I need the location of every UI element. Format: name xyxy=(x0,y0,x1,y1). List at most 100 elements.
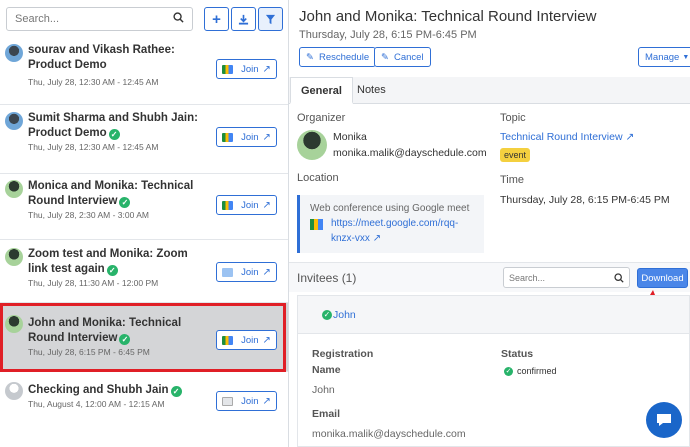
join-button[interactable]: Join ↗ xyxy=(216,59,277,79)
location-text: Web conference using Google meet xyxy=(310,203,470,214)
reschedule-label: Reschedule xyxy=(318,51,370,63)
invitees-label: Invitees (1) xyxy=(297,271,357,285)
zoom-icon xyxy=(222,267,234,277)
manage-label: Manage xyxy=(645,51,680,63)
email-value: monika.malik@dayschedule.com xyxy=(312,428,466,440)
confirmed-check-icon: ✓ xyxy=(504,366,513,376)
external-link-icon: ↗ xyxy=(372,233,382,244)
annotation-highlight-box xyxy=(0,303,286,372)
google-meet-icon xyxy=(310,219,323,230)
avatar xyxy=(5,248,23,266)
item-time: Thu, July 28, 11:30 AM - 12:00 PM xyxy=(28,278,159,288)
tab-notes[interactable]: Notes xyxy=(347,77,396,104)
chat-bubble-icon xyxy=(657,414,671,426)
topic-label: Topic xyxy=(500,112,526,124)
invitee-card: ✓ John Registration Name John Status ✓ c… xyxy=(297,295,690,447)
list-item[interactable]: Monica and Monika: Technical Round Inter… xyxy=(0,174,288,240)
filter-icon xyxy=(265,14,276,24)
edit-icon: ✎ xyxy=(306,51,314,63)
plus-icon: + xyxy=(212,10,221,28)
join-label: Join xyxy=(241,266,259,278)
avatar xyxy=(5,112,23,130)
item-time: Thu, August 4, 12:00 AM - 12:15 AM xyxy=(28,399,165,409)
join-label: Join xyxy=(241,63,259,75)
location-link[interactable]: https://meet.google.com/rqq-knzx-vxx ↗ xyxy=(331,216,481,246)
download-icon xyxy=(238,14,249,25)
search-placeholder: Search... xyxy=(15,13,60,25)
join-button[interactable]: Join ↗ xyxy=(216,391,277,411)
item-title: Checking and Shubh Jain xyxy=(28,384,169,396)
join-label: Join xyxy=(241,199,259,211)
external-link-icon: ↗ xyxy=(625,131,635,143)
download-button[interactable]: Download xyxy=(637,268,688,288)
external-link-icon: ↗ xyxy=(262,199,271,211)
page-subtitle: Thursday, July 28, 6:15 PM-6:45 PM xyxy=(299,29,477,41)
avatar xyxy=(5,180,23,198)
item-time: Thu, July 28, 2:30 AM - 3:00 AM xyxy=(28,210,149,220)
name-value: John xyxy=(312,384,335,396)
avatar xyxy=(5,382,23,400)
external-link-icon: ↗ xyxy=(262,395,271,407)
organizer-label: Organizer xyxy=(297,112,346,124)
external-link-icon: ↗ xyxy=(262,266,271,278)
manage-dropdown[interactable]: Manage ▼ xyxy=(638,47,690,67)
join-label: Join xyxy=(241,395,259,407)
location-box: Web conference using Google meet https:/… xyxy=(297,195,484,253)
invitees-search-input[interactable]: Search... xyxy=(503,267,630,288)
add-button[interactable]: + xyxy=(204,7,229,31)
google-meet-icon xyxy=(222,200,234,210)
verified-check-icon: ✓ xyxy=(106,265,118,276)
item-title: sourav and Vikash Rathee: Product Demo xyxy=(28,44,175,71)
google-meet-icon xyxy=(222,64,234,74)
organizer-avatar xyxy=(297,130,327,160)
edit-icon: ✎ xyxy=(381,51,389,63)
organizer-name: Monika xyxy=(333,131,367,143)
tab-bar: General Notes xyxy=(289,77,690,104)
registration-label: Registration xyxy=(312,348,374,360)
event-detail-panel: John and Monika: Technical Round Intervi… xyxy=(289,0,690,447)
join-label: Join xyxy=(241,131,259,143)
search-icon xyxy=(614,272,624,283)
verified-check-icon: ✓ xyxy=(108,129,120,140)
list-item[interactable]: Sumit Sharma and Shubh Jain: Product Dem… xyxy=(0,105,288,174)
topic-link[interactable]: Technical Round Interview ↗ xyxy=(500,131,634,143)
external-link-icon: ↗ xyxy=(262,63,271,75)
status-value: confirmed xyxy=(517,366,557,376)
search-icon[interactable] xyxy=(173,12,184,26)
invitee-name: John xyxy=(333,309,356,321)
name-label: Name xyxy=(312,364,341,376)
topic-badge: event xyxy=(500,148,531,162)
verified-check-icon: ✓ xyxy=(119,197,131,208)
join-button[interactable]: Join ↗ xyxy=(216,127,277,147)
page-title: John and Monika: Technical Round Intervi… xyxy=(299,8,597,25)
item-time: Thu, July 28, 12:30 AM - 12:45 AM xyxy=(28,77,159,87)
location-label: Location xyxy=(297,172,339,184)
cancel-label: Cancel xyxy=(393,51,424,63)
filter-button[interactable] xyxy=(258,7,283,31)
item-time: Thu, July 28, 12:30 AM - 12:45 AM xyxy=(28,142,159,152)
email-label: Email xyxy=(312,408,341,420)
join-button[interactable]: Join ↗ xyxy=(216,195,277,215)
avatar xyxy=(5,44,23,62)
list-item[interactable]: Checking and Shubh Jain ✓ Thu, August 4, … xyxy=(0,372,288,422)
organizer-email: monika.malik@dayschedule.com xyxy=(333,147,487,159)
tab-general[interactable]: General xyxy=(290,77,353,104)
event-list-panel: Search... + sourav and Vikash Rathee: Pr… xyxy=(0,0,289,447)
list-item[interactable]: Zoom test and Monika: Zoom link test aga… xyxy=(0,240,288,303)
invitee-row[interactable]: ✓ John xyxy=(298,296,689,334)
chevron-down-icon: ▼ xyxy=(682,53,690,61)
search-input[interactable]: Search... xyxy=(6,7,193,31)
status-label: Status xyxy=(501,348,534,360)
item-title: Monica and Monika: Technical Round Inter… xyxy=(28,180,194,207)
google-meet-icon xyxy=(222,132,234,142)
chat-widget-button[interactable] xyxy=(646,402,682,438)
reschedule-button[interactable]: ✎ Reschedule xyxy=(299,47,377,67)
join-button[interactable]: Join ↗ xyxy=(216,262,277,282)
list-item[interactable]: sourav and Vikash Rathee: Product Demo T… xyxy=(0,38,288,105)
topic-value: Technical Round Interview xyxy=(500,131,623,143)
verified-check-icon: ✓ xyxy=(170,386,182,397)
location-link-text: https://meet.google.com/rqq-knzx-vxx xyxy=(331,218,459,244)
invitees-search-placeholder: Search... xyxy=(509,272,546,283)
cancel-button[interactable]: ✎ Cancel xyxy=(374,47,431,67)
download-list-button[interactable] xyxy=(231,7,256,31)
